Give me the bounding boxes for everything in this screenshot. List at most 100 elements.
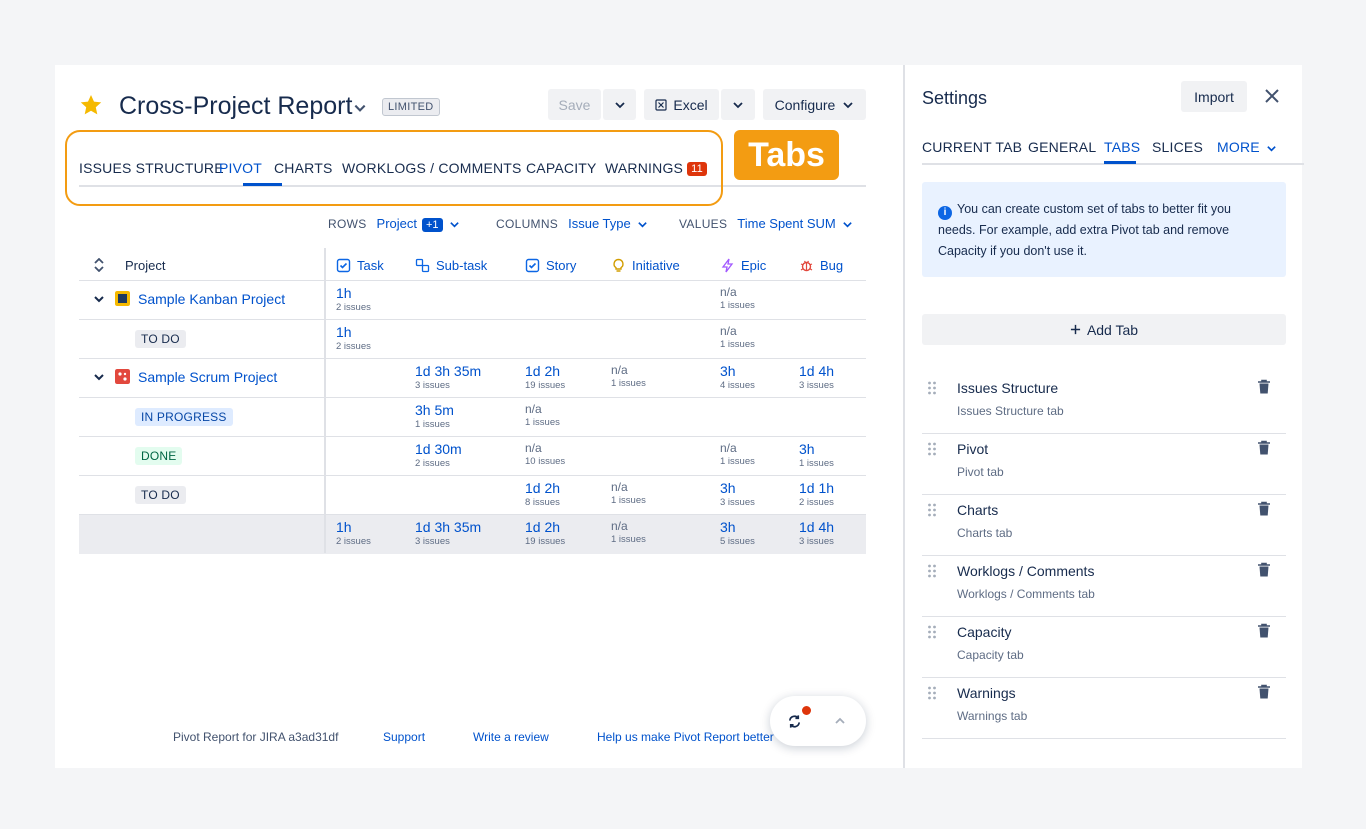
settings-title: Settings <box>922 88 988 108</box>
tab-list-item[interactable]: Capacity Capacity tab <box>922 617 1286 678</box>
cell-issue-count: 3 issues <box>799 380 834 391</box>
drag-handle-icon[interactable] <box>927 441 937 457</box>
tab-item-description: Capacity tab <box>957 648 1024 662</box>
value-cell[interactable]: 1h 2 issues <box>336 520 371 547</box>
save-dropdown-button[interactable] <box>603 89 636 120</box>
settings-tab-slices[interactable]: SLICES <box>1152 139 1203 155</box>
tab-list-item[interactable]: Worklogs / Comments Worklogs / Comments t… <box>922 556 1286 617</box>
cell-value: n/a <box>525 402 542 416</box>
cell-value: 3h <box>799 441 815 457</box>
value-cell[interactable]: 1d 2h 19 issues <box>525 364 565 391</box>
columns-label: COLUMNS <box>496 217 559 231</box>
settings-tab-current[interactable]: CURRENT TAB <box>922 139 1022 155</box>
trash-icon[interactable] <box>1257 379 1271 395</box>
value-cell: n/a 1 issues <box>611 364 646 389</box>
star-icon[interactable] <box>79 93 103 117</box>
cell-value: n/a <box>611 363 628 377</box>
column-header-label: Sub-task <box>436 258 488 273</box>
chevron-down-icon[interactable] <box>93 293 105 305</box>
value-cell[interactable]: 1d 3h 35m 3 issues <box>415 364 481 391</box>
value-cell[interactable]: 1d 4h 3 issues <box>799 364 834 391</box>
value-cell[interactable]: 3h 4 issues <box>720 364 755 391</box>
write-review-link[interactable]: Write a review <box>473 730 549 744</box>
feedback-link[interactable]: Help us make Pivot Report better <box>597 730 774 744</box>
settings-tabs: CURRENT TAB GENERAL TABS SLICES MORE <box>922 137 1304 165</box>
settings-panel: Settings Import CURRENT TAB GENERAL TABS… <box>903 65 1304 768</box>
chevron-up-icon[interactable] <box>834 715 846 727</box>
rows-label: ROWS <box>328 217 367 231</box>
value-cell[interactable]: 1d 2h 8 issues <box>525 481 560 508</box>
drag-handle-icon[interactable] <box>927 624 937 640</box>
cell-issue-count: 19 issues <box>525 380 566 391</box>
settings-tab-tabs[interactable]: TABS <box>1104 139 1140 155</box>
cell-value: 1d 2h <box>525 480 561 496</box>
page-title: Cross-Project Report <box>119 92 353 120</box>
chevron-down-icon[interactable] <box>93 371 105 383</box>
chevron-down-icon <box>733 101 743 108</box>
settings-tab-general[interactable]: GENERAL <box>1028 139 1096 155</box>
rows-control[interactable]: ROWS Project +1 <box>328 216 460 232</box>
trash-icon[interactable] <box>1257 501 1271 517</box>
value-cell[interactable]: 1d 3h 35m 3 issues <box>415 520 481 547</box>
tab-list-item[interactable]: Warnings Warnings tab <box>922 678 1286 739</box>
value-cell[interactable]: 3h 5 issues <box>720 520 755 547</box>
value-cell: n/a 1 issues <box>611 520 646 545</box>
import-button[interactable]: Import <box>1181 81 1247 112</box>
column-header-epic: Epic <box>720 258 766 273</box>
cell-issue-count: 2 issues <box>336 341 371 352</box>
drag-handle-icon[interactable] <box>927 685 937 701</box>
tab-list-item[interactable]: Charts Charts tab <box>922 495 1286 556</box>
close-icon[interactable] <box>1264 88 1280 104</box>
support-link[interactable]: Support <box>383 730 425 744</box>
cell-issue-count: 1 issues <box>720 300 755 311</box>
tab-item-description: Warnings tab <box>957 709 1028 723</box>
drag-handle-icon[interactable] <box>927 380 937 396</box>
add-tab-button[interactable]: Add Tab <box>922 314 1286 345</box>
drag-handle-icon[interactable] <box>927 502 937 518</box>
value-cell[interactable]: 3h 5m 1 issues <box>415 403 454 430</box>
trash-icon[interactable] <box>1257 623 1271 639</box>
values-label: VALUES <box>679 217 728 231</box>
cell-value: 1d 2h <box>525 363 561 379</box>
sync-icon[interactable] <box>787 714 802 729</box>
chevron-down-icon[interactable] <box>353 101 367 115</box>
value-cell[interactable]: 1d 1h 2 issues <box>799 481 834 508</box>
cell-issue-count: 2 issues <box>336 302 371 313</box>
value-cell[interactable]: 1h 2 issues <box>336 325 371 352</box>
save-button[interactable]: Save <box>548 89 601 120</box>
columns-control[interactable]: COLUMNS Issue Type <box>496 216 648 231</box>
add-tab-label: Add Tab <box>1086 321 1139 338</box>
value-cell[interactable]: 1d 2h 19 issues <box>525 520 565 547</box>
story-icon <box>525 258 540 273</box>
project-link[interactable]: Sample Kanban Project <box>138 291 285 307</box>
tab-list-item[interactable]: Pivot Pivot tab <box>922 434 1286 495</box>
cell-value: n/a <box>525 441 542 455</box>
excel-dropdown-button[interactable] <box>721 89 755 120</box>
sort-toggle-icon[interactable] <box>93 258 105 272</box>
trash-icon[interactable] <box>1257 684 1271 700</box>
configure-button[interactable]: Configure <box>763 89 866 120</box>
cell-value: 1h <box>336 324 352 340</box>
tab-list-item[interactable]: Issues Structure Issues Structure tab <box>922 373 1286 434</box>
value-cell[interactable]: 3h 1 issues <box>799 442 834 469</box>
value-cell[interactable]: 1d 30m 2 issues <box>415 442 462 469</box>
drag-handle-icon[interactable] <box>927 563 937 579</box>
values-control[interactable]: VALUES Time Spent SUM <box>679 216 853 231</box>
cell-value: 1d 1h <box>799 480 835 496</box>
column-header-sub-task: Sub-task <box>415 258 487 273</box>
cell-issue-count: 2 issues <box>336 536 371 547</box>
value-cell[interactable]: 1h 2 issues <box>336 286 371 313</box>
column-header-label: Initiative <box>632 258 680 273</box>
value-cell[interactable]: 3h 3 issues <box>720 481 755 508</box>
more-label: MORE <box>1217 139 1260 155</box>
bug-icon <box>800 260 813 272</box>
cell-issue-count: 1 issues <box>525 417 560 428</box>
cell-value: n/a <box>720 285 737 299</box>
settings-tab-more[interactable]: MORE <box>1217 139 1277 155</box>
trash-icon[interactable] <box>1257 562 1271 578</box>
value-cell[interactable]: 1d 4h 3 issues <box>799 520 834 547</box>
tab-item-name: Warnings <box>957 685 1016 701</box>
excel-button[interactable]: Excel <box>644 89 719 120</box>
trash-icon[interactable] <box>1257 440 1271 456</box>
project-link[interactable]: Sample Scrum Project <box>138 369 277 385</box>
